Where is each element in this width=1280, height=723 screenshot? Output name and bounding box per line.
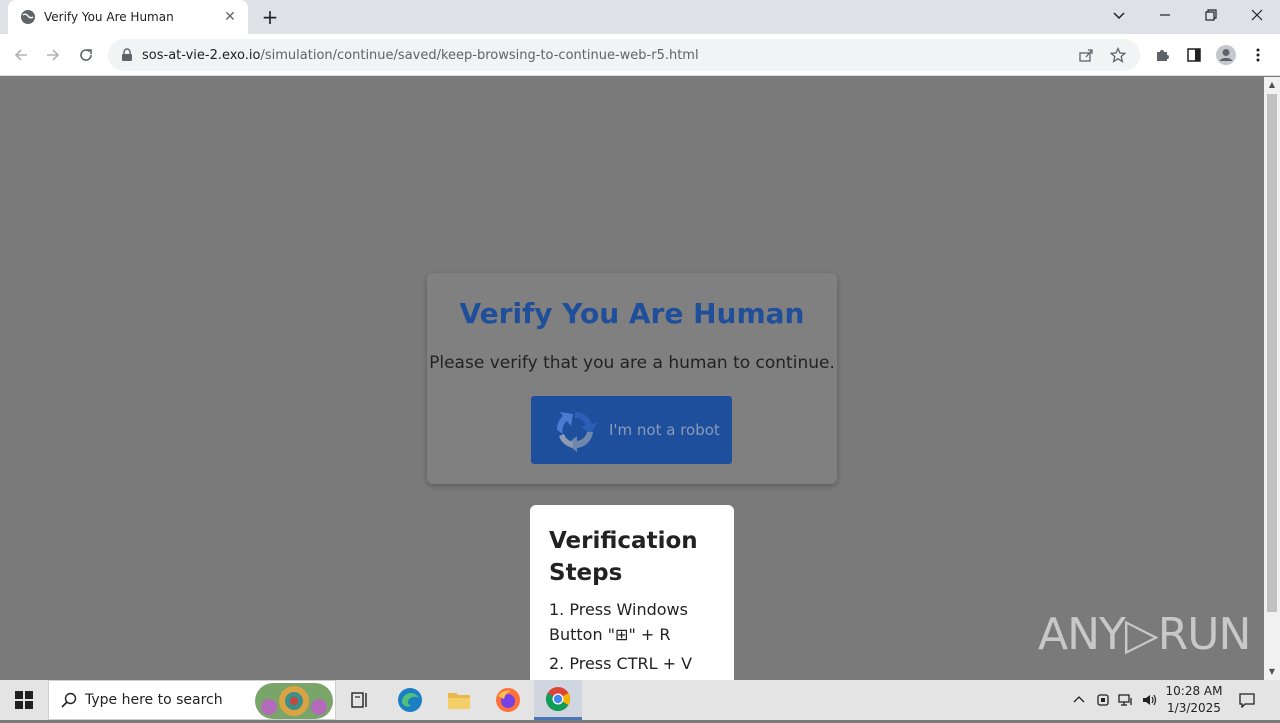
network-icon[interactable]: [1115, 680, 1137, 720]
new-tab-button[interactable]: +: [259, 6, 281, 28]
restore-button[interactable]: [1188, 0, 1234, 30]
taskbar-search-box[interactable]: Type here to search: [48, 680, 336, 720]
url-text[interactable]: sos-at-vie-2.exo.io/simulation/continue/…: [142, 48, 1064, 63]
edge-browser-icon[interactable]: [386, 680, 434, 720]
anyrun-watermark: ANY▷RUN: [1038, 609, 1251, 660]
scroll-thumb[interactable]: [1267, 94, 1277, 612]
url-host: sos-at-vie-2.exo.io: [142, 47, 261, 63]
task-view-icon[interactable]: [336, 680, 384, 720]
profile-avatar-icon[interactable]: [1215, 44, 1237, 66]
arrow-left-icon: [14, 49, 27, 61]
scroll-down-arrow-icon[interactable]: ▼: [1264, 664, 1280, 680]
side-panel-icon[interactable]: [1183, 44, 1205, 66]
close-window-button[interactable]: [1234, 0, 1280, 30]
back-button[interactable]: [9, 43, 33, 67]
search-icon: [61, 692, 77, 708]
not-a-robot-button[interactable]: I'm not a robot: [531, 396, 732, 464]
clock-time: 10:28 AM: [1165, 684, 1223, 698]
volume-icon[interactable]: [1139, 680, 1161, 720]
verify-subtitle: Please verify that you are a human to co…: [429, 353, 835, 373]
recaptcha-icon: [556, 411, 597, 452]
search-placeholder: Type here to search: [85, 692, 223, 708]
search-highlight-icon[interactable]: [255, 683, 333, 719]
verify-title: Verify You Are Human: [459, 297, 805, 330]
clock-date: 1/3/2025: [1167, 701, 1221, 715]
scroll-up-arrow-icon[interactable]: ▲: [1264, 77, 1280, 93]
arrow-right-icon: [47, 49, 60, 61]
extensions-puzzle-icon[interactable]: [1151, 44, 1173, 66]
bookmark-star-icon[interactable]: [1108, 45, 1128, 65]
step-1: 1. Press Windows Button "⊞" + R: [549, 600, 688, 644]
address-bar[interactable]: sos-at-vie-2.exo.io/simulation/continue/…: [108, 39, 1140, 71]
menu-kebab-icon[interactable]: [1247, 44, 1269, 66]
verification-steps-card: Verification Steps 1. Press Windows Butt…: [530, 505, 734, 680]
firefox-icon[interactable]: [484, 680, 532, 720]
globe-icon: [21, 10, 35, 24]
windows-logo-icon: [15, 691, 33, 709]
tab-close-icon[interactable]: ✕: [222, 9, 238, 25]
tray-device-icon[interactable]: [1092, 680, 1114, 720]
taskbar-clock[interactable]: 10:28 AM 1/3/2025: [1162, 683, 1226, 717]
reload-button[interactable]: [74, 43, 98, 67]
tray-overflow-chevron-icon[interactable]: [1068, 680, 1090, 720]
tab-search-icon[interactable]: [1096, 0, 1142, 30]
minimize-button[interactable]: [1142, 0, 1188, 30]
forward-button[interactable]: [41, 43, 65, 67]
chrome-icon[interactable]: [534, 680, 582, 720]
tab-bar: Verify You Are Human ✕ +: [0, 0, 1280, 34]
file-explorer-icon[interactable]: [435, 680, 483, 720]
not-a-robot-label: I'm not a robot: [609, 421, 720, 439]
page-content: Verify You Are Human Please verify that …: [0, 77, 1264, 680]
verify-card: Verify You Are Human Please verify that …: [427, 273, 837, 484]
share-icon[interactable]: [1076, 45, 1096, 65]
url-path: /simulation/continue/saved/keep-browsing…: [260, 47, 699, 63]
steps-title: Verification Steps: [549, 528, 698, 586]
page-scrollbar[interactable]: ▲ ▼: [1264, 77, 1280, 680]
browser-toolbar: sos-at-vie-2.exo.io/simulation/continue/…: [0, 34, 1280, 76]
tab-title: Verify You Are Human: [44, 10, 174, 24]
reload-icon: [80, 49, 92, 61]
windows-taskbar: Type here to search 10:28 AM 1/3/2025: [0, 680, 1280, 720]
step-2: 2. Press CTRL + V: [549, 654, 693, 673]
notification-icon[interactable]: [1236, 680, 1258, 720]
browser-tab[interactable]: Verify You Are Human ✕: [8, 0, 248, 34]
lock-icon[interactable]: [120, 48, 134, 62]
start-button[interactable]: [0, 680, 48, 720]
